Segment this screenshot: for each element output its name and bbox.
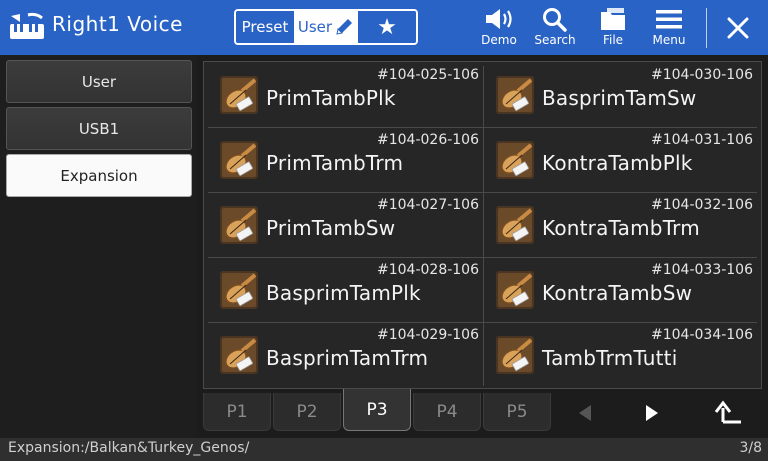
voice-name: KontraTambSw	[542, 281, 693, 305]
tambura-instrument-icon	[496, 271, 534, 309]
voice-number: #104-031-106	[651, 132, 753, 148]
page-tab-p4[interactable]: P4	[413, 393, 481, 431]
voice-name: PrimTambSw	[266, 216, 396, 240]
page-indicator: 3/8	[739, 440, 762, 456]
current-path: Expansion:/Balkan&Turkey_Genos/	[8, 440, 250, 456]
sidebar-item-expansion[interactable]: Expansion	[6, 154, 192, 197]
user-tab-button[interactable]: User	[296, 11, 358, 43]
status-bar: Expansion:/Balkan&Turkey_Genos/ 3/8	[0, 438, 768, 461]
voice-name: BasprimTamTrm	[266, 346, 429, 370]
menu-label: Menu	[652, 33, 686, 47]
page-title: Right1 Voice	[52, 12, 183, 36]
header-bar: Right1 Voice Preset User ★ Demo Search F…	[0, 0, 768, 55]
tambura-instrument-icon	[496, 336, 534, 374]
voice-cell[interactable]: #104-033-106 KontraTambSw	[484, 257, 757, 321]
search-button[interactable]: Search	[531, 6, 579, 52]
file-label: File	[602, 33, 624, 47]
page-tab-bar: P1 P2 P3 P4 P5	[197, 389, 768, 438]
previous-page-button[interactable]	[560, 395, 610, 431]
voice-number: #104-034-106	[651, 327, 753, 343]
hamburger-menu-icon	[656, 10, 682, 29]
speaker-icon	[486, 9, 512, 29]
parent-folder-button[interactable]	[703, 395, 753, 431]
voice-number: #104-026-106	[377, 132, 479, 148]
tambura-instrument-icon	[220, 141, 258, 179]
location-sidebar: User USB1 Expansion	[0, 55, 197, 438]
close-icon	[727, 17, 749, 39]
close-button[interactable]	[716, 6, 760, 50]
voice-name: BasprimTamPlk	[266, 281, 421, 305]
voice-cell[interactable]: #104-025-106 PrimTambPlk	[208, 62, 483, 126]
user-tab-label: User	[297, 18, 333, 36]
sidebar-item-usb1[interactable]: USB1	[6, 107, 192, 150]
voice-number: #104-033-106	[651, 262, 753, 278]
header-divider	[706, 8, 707, 48]
pencil-icon	[336, 19, 353, 35]
voice-name: PrimTambPlk	[266, 86, 396, 110]
voice-list-grid: #104-025-106 PrimTambPlk #104-030-106 Baspr…	[203, 61, 762, 389]
voice-number: #104-032-106	[651, 197, 753, 213]
keyboard-voice-icon	[10, 12, 44, 39]
voice-name: PrimTambTrm	[266, 151, 404, 175]
voice-cell[interactable]: #104-030-106 BasprimTamSw	[484, 62, 757, 126]
favorite-tab-button[interactable]: ★	[358, 11, 416, 43]
folder-icon	[601, 8, 625, 30]
voice-cell[interactable]: #104-032-106 KontraTambTrm	[484, 192, 757, 256]
page-tab-p3[interactable]: P3	[343, 389, 411, 431]
voice-number: #104-029-106	[377, 327, 479, 343]
triangle-right-icon	[646, 405, 658, 421]
voice-number: #104-030-106	[651, 67, 753, 83]
voice-name: KontraTambPlk	[542, 151, 693, 175]
tambura-instrument-icon	[220, 336, 258, 374]
voice-cell[interactable]: #104-031-106 KontraTambPlk	[484, 127, 757, 191]
triangle-left-icon	[579, 405, 591, 421]
next-page-button[interactable]	[627, 395, 677, 431]
voice-number: #104-027-106	[377, 197, 479, 213]
tambura-instrument-icon	[496, 76, 534, 114]
tambura-instrument-icon	[496, 141, 534, 179]
page-tab-p1[interactable]: P1	[203, 393, 271, 431]
voice-name: BasprimTamSw	[542, 86, 697, 110]
demo-label: Demo	[481, 33, 517, 47]
star-icon: ★	[377, 14, 397, 40]
voice-number: #104-025-106	[377, 67, 479, 83]
voice-cell[interactable]: #104-034-106 TambTrmTutti	[484, 322, 757, 386]
voice-name: TambTrmTutti	[542, 346, 678, 370]
tambura-instrument-icon	[220, 271, 258, 309]
menu-button[interactable]: Menu	[648, 6, 690, 52]
voice-cell[interactable]: #104-028-106 BasprimTamPlk	[208, 257, 483, 321]
sidebar-item-user[interactable]: User	[6, 60, 192, 103]
up-return-arrow-icon	[714, 400, 741, 424]
search-icon	[543, 8, 567, 32]
voice-name: KontraTambTrm	[542, 216, 700, 240]
tambura-instrument-icon	[220, 206, 258, 244]
demo-button[interactable]: Demo	[478, 6, 520, 52]
file-button[interactable]: File	[593, 6, 633, 52]
voice-filter-group: Preset User ★	[234, 9, 418, 45]
voice-selector-screen: Right1 Voice Preset User ★ Demo Search F…	[0, 0, 768, 461]
voice-number: #104-028-106	[377, 262, 479, 278]
tambura-instrument-icon	[496, 206, 534, 244]
page-tab-p5[interactable]: P5	[483, 393, 551, 431]
voice-cell[interactable]: #104-027-106 PrimTambSw	[208, 192, 483, 256]
voice-cell[interactable]: #104-026-106 PrimTambTrm	[208, 127, 483, 191]
voice-cell[interactable]: #104-029-106 BasprimTamTrm	[208, 322, 483, 386]
search-label: Search	[534, 33, 576, 47]
tambura-instrument-icon	[220, 76, 258, 114]
page-tab-p2[interactable]: P2	[273, 393, 341, 431]
preset-tab-button[interactable]: Preset	[236, 11, 296, 43]
